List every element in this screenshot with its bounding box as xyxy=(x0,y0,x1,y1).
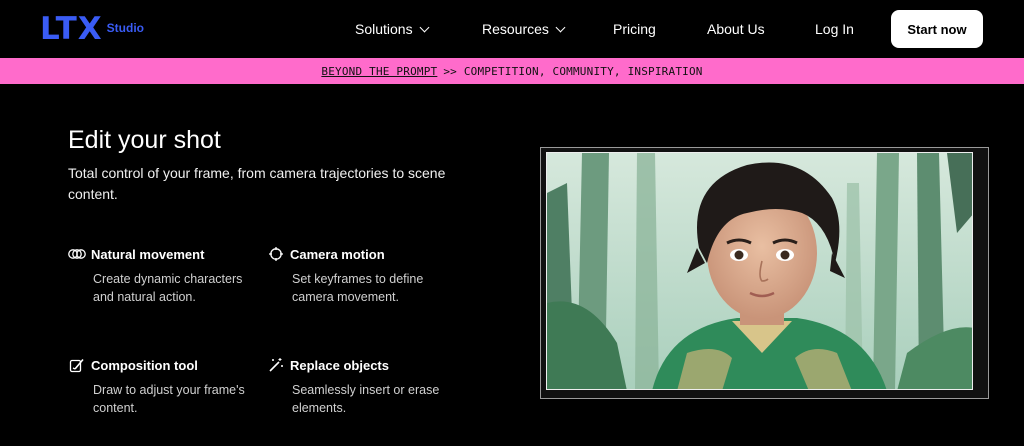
replace-objects-icon xyxy=(267,357,285,373)
nav-item-label: Resources xyxy=(482,21,549,37)
chevron-down-icon xyxy=(555,22,566,32)
natural-movement-icon xyxy=(68,246,86,262)
feature-composition-tool: Composition tool Draw to adjust your fra… xyxy=(68,356,258,417)
banner-text: >> COMPETITION, COMMUNITY, INSPIRATION xyxy=(443,64,703,78)
feature-replace-objects: Replace objects Seamlessly insert or era… xyxy=(267,356,457,417)
feature-title: Replace objects xyxy=(290,357,389,373)
feature-title: Natural movement xyxy=(91,246,205,262)
nav-item-log-in[interactable]: Log In xyxy=(815,20,854,38)
chevron-down-icon xyxy=(419,22,430,32)
nav-item-solutions[interactable]: Solutions xyxy=(355,20,430,38)
hero-image-boy-in-forest xyxy=(546,152,973,390)
top-nav: LTX Studio Solutions Resources Pricing A… xyxy=(0,0,1024,58)
feature-desc: Draw to adjust your frame's content. xyxy=(93,383,245,415)
feature-title: Composition tool xyxy=(91,357,198,373)
logo-mark: LTX xyxy=(40,11,103,47)
feature-desc: Seamlessly insert or erase elements. xyxy=(292,383,440,415)
feature-desc: Set keyframes to define camera movement. xyxy=(292,272,424,304)
logo[interactable]: LTX Studio xyxy=(40,12,144,46)
feature-desc: Create dynamic characters and natural ac… xyxy=(93,272,243,304)
composition-tool-icon xyxy=(68,357,86,373)
feature-title: Camera motion xyxy=(290,246,385,262)
nav-item-resources[interactable]: Resources xyxy=(482,20,566,38)
banner-link[interactable]: BEYOND THE PROMPT xyxy=(321,65,437,78)
nav-item-pricing[interactable]: Pricing xyxy=(613,20,656,38)
section-title: Edit your shot xyxy=(68,126,221,154)
logo-sub: Studio xyxy=(106,21,144,35)
feature-natural-movement: Natural movement Create dynamic characte… xyxy=(68,245,258,306)
nav-item-about-us[interactable]: About Us xyxy=(707,20,765,38)
section-subtitle: Total control of your frame, from camera… xyxy=(68,165,446,202)
nav-item-label: About Us xyxy=(707,21,765,37)
promo-banner: BEYOND THE PROMPT >> COMPETITION, COMMUN… xyxy=(0,58,1024,84)
nav-item-label: Solutions xyxy=(355,21,413,37)
nav-item-label: Pricing xyxy=(613,21,656,37)
start-now-button[interactable]: Start now xyxy=(891,10,983,48)
camera-motion-icon xyxy=(267,246,285,262)
feature-camera-motion: Camera motion Set keyframes to define ca… xyxy=(267,245,457,306)
nav-item-label: Log In xyxy=(815,21,854,37)
